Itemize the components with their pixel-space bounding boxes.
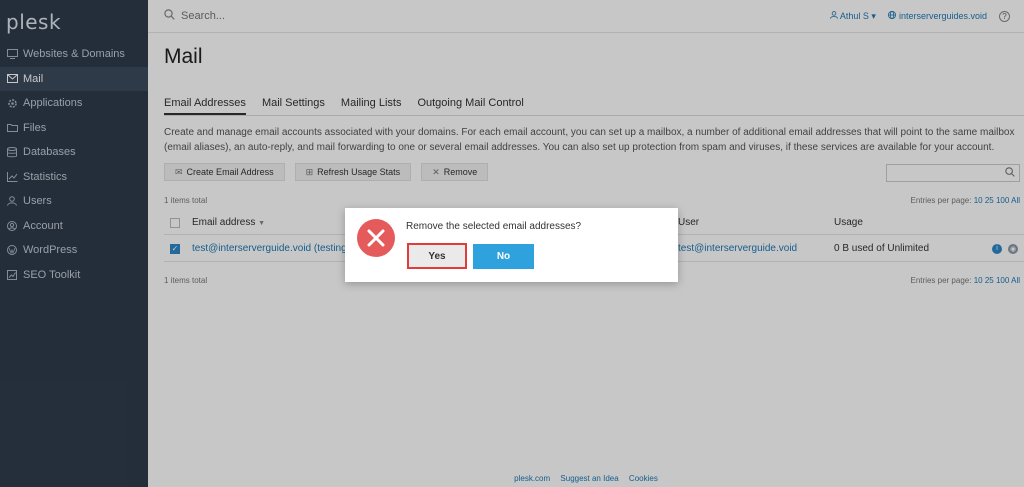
dialog-message: Remove the selected email addresses? [406, 221, 582, 232]
no-button[interactable]: No [473, 244, 534, 269]
yes-button[interactable]: Yes [407, 243, 467, 269]
confirm-dialog: Remove the selected email addresses? Yes… [345, 208, 678, 282]
error-x-icon [357, 219, 395, 257]
